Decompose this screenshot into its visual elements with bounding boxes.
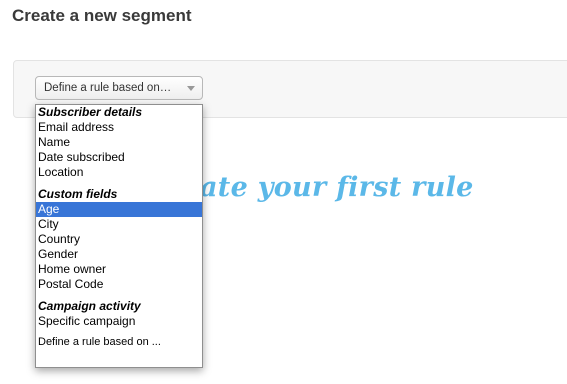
option-specific-campaign[interactable]: Specific campaign bbox=[36, 314, 202, 329]
rule-dropdown-list: Subscriber details Email address Name Da… bbox=[35, 104, 203, 368]
option-age[interactable]: Age bbox=[36, 202, 202, 217]
option-gender[interactable]: Gender bbox=[36, 247, 202, 262]
option-location[interactable]: Location bbox=[36, 165, 202, 180]
option-home-owner[interactable]: Home owner bbox=[36, 262, 202, 277]
option-postal-code[interactable]: Postal Code bbox=[36, 277, 202, 292]
option-country[interactable]: Country bbox=[36, 232, 202, 247]
option-define-rule-placeholder[interactable]: Define a rule based on ... bbox=[36, 335, 202, 350]
option-name[interactable]: Name bbox=[36, 135, 202, 150]
option-city[interactable]: City bbox=[36, 217, 202, 232]
page-title: Create a new segment bbox=[12, 6, 192, 25]
optgroup-subscriber-details: Subscriber details bbox=[38, 105, 143, 119]
empty-state-hint: ate your first rule bbox=[200, 172, 474, 203]
option-email-address[interactable]: Email address bbox=[36, 120, 202, 135]
chevron-down-icon bbox=[187, 86, 195, 91]
rule-select[interactable]: Define a rule based on… bbox=[35, 76, 203, 100]
option-date-subscribed[interactable]: Date subscribed bbox=[36, 150, 202, 165]
optgroup-custom-fields: Custom fields bbox=[38, 187, 118, 201]
optgroup-campaign-activity: Campaign activity bbox=[38, 299, 141, 313]
